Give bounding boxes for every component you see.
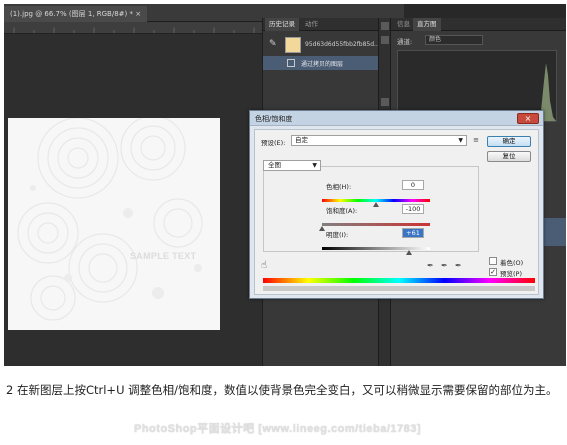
preview-checkbox[interactable]: ✓ <box>489 268 497 276</box>
saturation-value-field[interactable]: -100 <box>402 204 424 214</box>
tab-actions[interactable]: 动作 <box>301 18 322 31</box>
tab-info[interactable]: 信息 <box>393 18 414 31</box>
history-item-layer-via-copy[interactable]: 通过拷贝的图层 <box>263 56 379 70</box>
horizontal-ruler <box>4 22 262 34</box>
preview-label: 预览(P) <box>500 270 522 278</box>
panel-toggle-icon[interactable] <box>381 98 389 106</box>
dialog-title-bar[interactable]: 色相/饱和度 × <box>250 111 543 126</box>
dialog-title: 色相/饱和度 <box>255 115 293 123</box>
ok-button[interactable]: 确定 <box>487 136 531 147</box>
swirl-pattern <box>17 118 203 321</box>
panel-toggle-icon[interactable] <box>381 22 389 30</box>
adjustment-group: 色相(H): 0 饱和度(A): -100 明度(I): +61 <box>263 166 479 255</box>
panel-toggle-icon[interactable] <box>381 36 389 44</box>
chevron-down-icon: ▼ <box>458 137 463 144</box>
preset-value: 自定 <box>295 136 308 144</box>
document-canvas[interactable]: SAMPLE TEXT <box>8 118 220 330</box>
history-step-icon <box>287 59 295 67</box>
eyedropper-plus-icon[interactable]: ✒ <box>441 261 448 270</box>
histogram-panel-tabs: 信息 直方图 <box>391 18 566 31</box>
eyedropper-icon[interactable]: ✒ <box>427 261 434 270</box>
colorize-checkbox[interactable] <box>489 257 497 265</box>
page: (1).jpg @ 66.7% (图层 1, RGB/8#) * × SAMPL… <box>0 0 567 445</box>
preset-options-icon[interactable]: ≡ <box>471 135 481 146</box>
hue-saturation-dialog: 色相/饱和度 × 预设(E): 自定 ▼ ≡ 确定 复位 色相(H): 0 饱和… <box>249 110 544 299</box>
channel-select[interactable]: 全图 ▼ <box>263 160 321 171</box>
histogram-channel-label: 通道: <box>397 38 413 46</box>
history-panel-tabs: 历史记录 动作 <box>263 18 378 31</box>
history-brush-icon[interactable]: ✎ <box>269 39 279 49</box>
input-color-spectrum <box>263 278 535 283</box>
preset-select[interactable]: 自定 ▼ <box>291 135 467 146</box>
close-button[interactable]: × <box>517 113 539 124</box>
lightness-slider-track[interactable] <box>322 247 430 250</box>
sample-text: SAMPLE TEXT <box>130 251 197 261</box>
layer-selection-highlight[interactable] <box>543 218 566 246</box>
lightness-label: 明度(I): <box>326 231 349 239</box>
tab-history[interactable]: 历史记录 <box>265 18 299 31</box>
hue-label: 色相(H): <box>326 183 352 191</box>
history-item-label: 95d63d6d55fbb2fb85d... <box>305 41 380 48</box>
watermark: PhotoShop平面设计吧 [www.lineeg.com/tieba/178… <box>134 423 422 435</box>
reset-button[interactable]: 复位 <box>487 151 531 162</box>
hue-value-field[interactable]: 0 <box>402 180 424 190</box>
ruler-ticks <box>13 27 255 33</box>
document-tab[interactable]: (1).jpg @ 66.7% (图层 1, RGB/8#) * × <box>4 6 148 22</box>
chevron-down-icon: ▼ <box>312 162 317 169</box>
hand-adjust-icon[interactable]: ☝ <box>261 260 267 271</box>
caption-text: 2 在新图层上按Ctrl+U 调整色相/饱和度，数值以使背景色完全变白，又可以稍… <box>6 383 558 397</box>
hue-slider-thumb[interactable] <box>373 202 379 207</box>
snapshot-thumbnail <box>285 37 301 53</box>
saturation-slider-track[interactable] <box>322 223 430 226</box>
tab-histogram[interactable]: 直方图 <box>413 18 441 31</box>
output-color-spectrum <box>263 286 535 291</box>
history-item-label: 通过拷贝的图层 <box>301 61 344 68</box>
channel-value: 全图 <box>268 161 281 169</box>
history-item-snapshot[interactable]: ✎ 95d63d6d55fbb2fb85d... <box>263 34 380 56</box>
histogram-channel-select[interactable]: 颜色 <box>425 35 483 45</box>
saturation-label: 饱和度(A): <box>326 207 358 215</box>
photoshop-screenshot: (1).jpg @ 66.7% (图层 1, RGB/8#) * × SAMPL… <box>4 4 566 366</box>
eyedropper-minus-icon[interactable]: ✒ <box>455 261 462 270</box>
dialog-body: 预设(E): 自定 ▼ ≡ 确定 复位 色相(H): 0 饱和度(A): -10… <box>254 129 539 295</box>
canvas-area[interactable]: SAMPLE TEXT <box>4 34 262 366</box>
saturation-slider-thumb[interactable] <box>319 226 325 231</box>
lightness-value-field[interactable]: +61 <box>402 228 424 238</box>
colorize-label: 着色(O) <box>500 259 524 267</box>
preset-label: 预设(E): <box>261 139 286 147</box>
lightness-slider-thumb[interactable] <box>405 250 412 255</box>
